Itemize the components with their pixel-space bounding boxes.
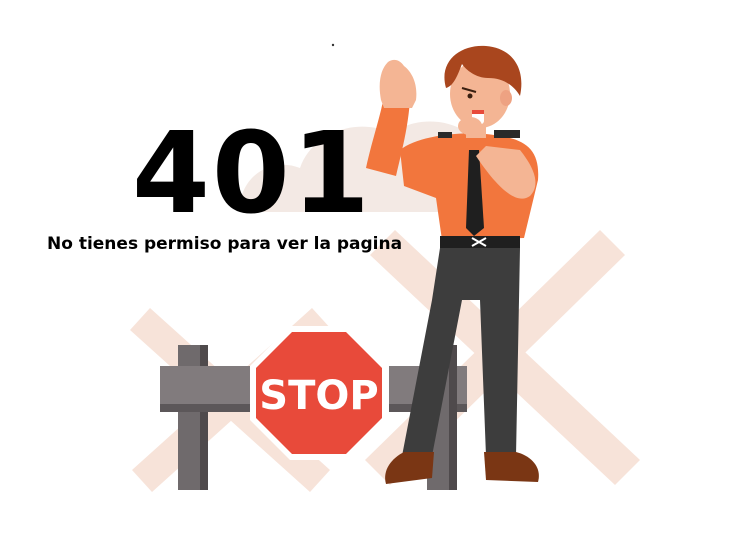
illustration: STOP	[130, 43, 640, 492]
stop-sign-text: STOP	[259, 373, 378, 419]
speck-dot	[331, 43, 335, 47]
error-message: No tienes permiso para ver la pagina	[47, 234, 403, 254]
error-page: STOP 401 No tienes permiso para ver la p…	[0, 0, 740, 560]
error-code: 401	[132, 109, 372, 239]
stop-sign-icon: STOP	[250, 326, 388, 460]
